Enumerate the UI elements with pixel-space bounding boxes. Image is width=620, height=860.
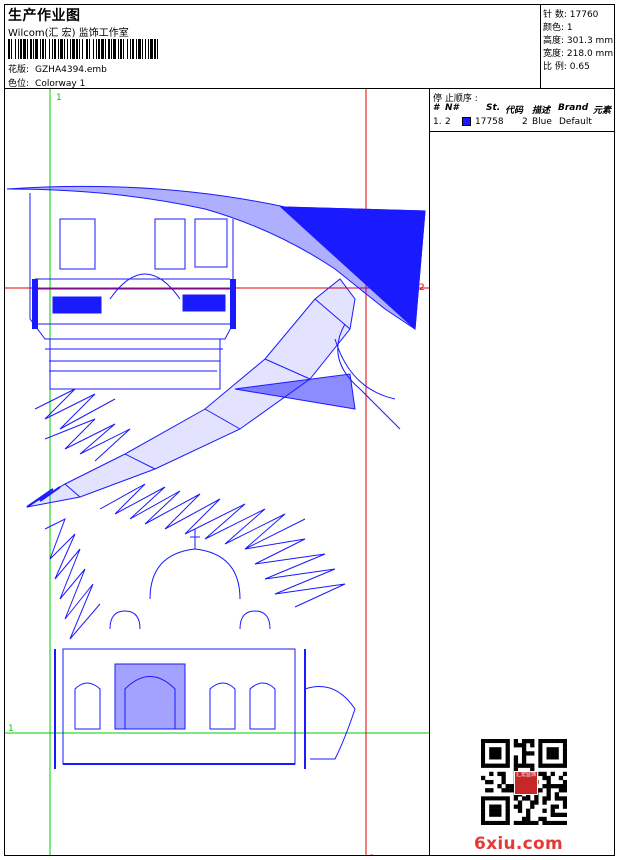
stats-panel: 针 数: 17760 颜色: 1 高度: 301.3 mm 宽度: 218.0 … (541, 5, 614, 89)
page-title: 生产作业图 (8, 8, 81, 24)
color-count: 颜色: 1 (543, 23, 573, 33)
design-scale: 比 例: 0.65 (543, 62, 590, 72)
guide-label-green-top: 1 (56, 93, 62, 103)
colorway-value: Colorway 1 (35, 79, 86, 89)
sequence-row[interactable]: 1. 2 17758 2 Blue Default (430, 117, 614, 129)
stitch-count: 针 数: 17760 (543, 10, 599, 20)
production-sheet: 生产作业图 Wilcom(汇 宏) 监饰工作室 花版: GZHA4394.emb … (4, 4, 615, 856)
stop-sequence-panel: 停 止顺序 : # N# St. 代码 描述 Brand 元素 1. 2 177… (430, 89, 614, 855)
guide-label-green-left: 1 (8, 724, 14, 734)
row-description: Blue (532, 117, 552, 127)
design-label: 花版: (8, 65, 30, 75)
design-file-value: GZHA4394.emb (35, 65, 107, 75)
row-stitches: 17758 (475, 117, 504, 127)
sequence-columns: # N# St. 代码 描述 Brand 元素 (430, 103, 614, 116)
watermark-text: 6xiu.com (474, 834, 564, 854)
arch-base (49, 339, 221, 390)
design-scale-value: 0.65 (569, 62, 590, 72)
design-width: 宽度: 218.0 mm (543, 49, 614, 59)
row-code: 2 (522, 117, 528, 127)
taj-main-dome (149, 548, 241, 600)
zigzag-lower-left (44, 517, 101, 640)
color-count-value: 1 (566, 23, 573, 33)
studio-name: Wilcom(汇 宏) 监饰工作室 (8, 28, 129, 39)
colorway: 色位: Colorway 1 (8, 76, 85, 89)
embroidery-artwork (6, 185, 426, 769)
taj-side-domes (109, 610, 271, 630)
row-index: 1. (433, 117, 442, 127)
barcode-icon (8, 39, 158, 59)
taj-dome-finial (190, 529, 200, 549)
arch-panel-right (182, 294, 226, 312)
col-element: 元素 (593, 106, 612, 116)
qr-stamp: 汇宏监饰 (514, 771, 538, 795)
col-code: 代码 (505, 106, 524, 116)
color-swatch (462, 117, 471, 129)
color-swatch-box (462, 117, 471, 126)
guide-label-red-bottom: 2 (369, 854, 375, 855)
arch-reliefs (59, 218, 228, 270)
design-width-value: 218.0 mm (566, 49, 614, 59)
arch-opening (109, 273, 181, 300)
header-info: 生产作业图 Wilcom(汇 宏) 监饰工作室 花版: GZHA4394.emb … (5, 5, 541, 89)
embroidery-drawing: 1 1 2 2 (5, 89, 429, 855)
col-brand: Brand (558, 103, 589, 113)
zigzag-left (34, 388, 131, 462)
embroidery-canvas[interactable]: 1 1 2 2 (5, 89, 430, 855)
guide-label-red-right: 2 (419, 283, 425, 293)
taj-foliage (304, 686, 356, 760)
row-needle: 2 (445, 117, 451, 127)
zigzag-middle (99, 483, 306, 550)
arch-cornice (35, 278, 230, 372)
col-description: 描述 (532, 106, 551, 116)
col-index: # (433, 103, 440, 113)
design-height: 高度: 301.3 mm (543, 36, 614, 46)
colorway-label: 色位: (8, 79, 30, 89)
design-file: 花版: GZHA4394.emb (8, 62, 107, 75)
design-height-value: 301.3 mm (566, 36, 614, 46)
col-needle: N# (445, 103, 459, 113)
stitch-count-value: 17760 (569, 10, 599, 20)
row-brand: Default (559, 117, 592, 127)
sequence-divider (430, 131, 614, 132)
col-stitches: St. (486, 103, 501, 113)
zigzag-right (244, 538, 346, 608)
arch-panel-left (52, 296, 102, 314)
